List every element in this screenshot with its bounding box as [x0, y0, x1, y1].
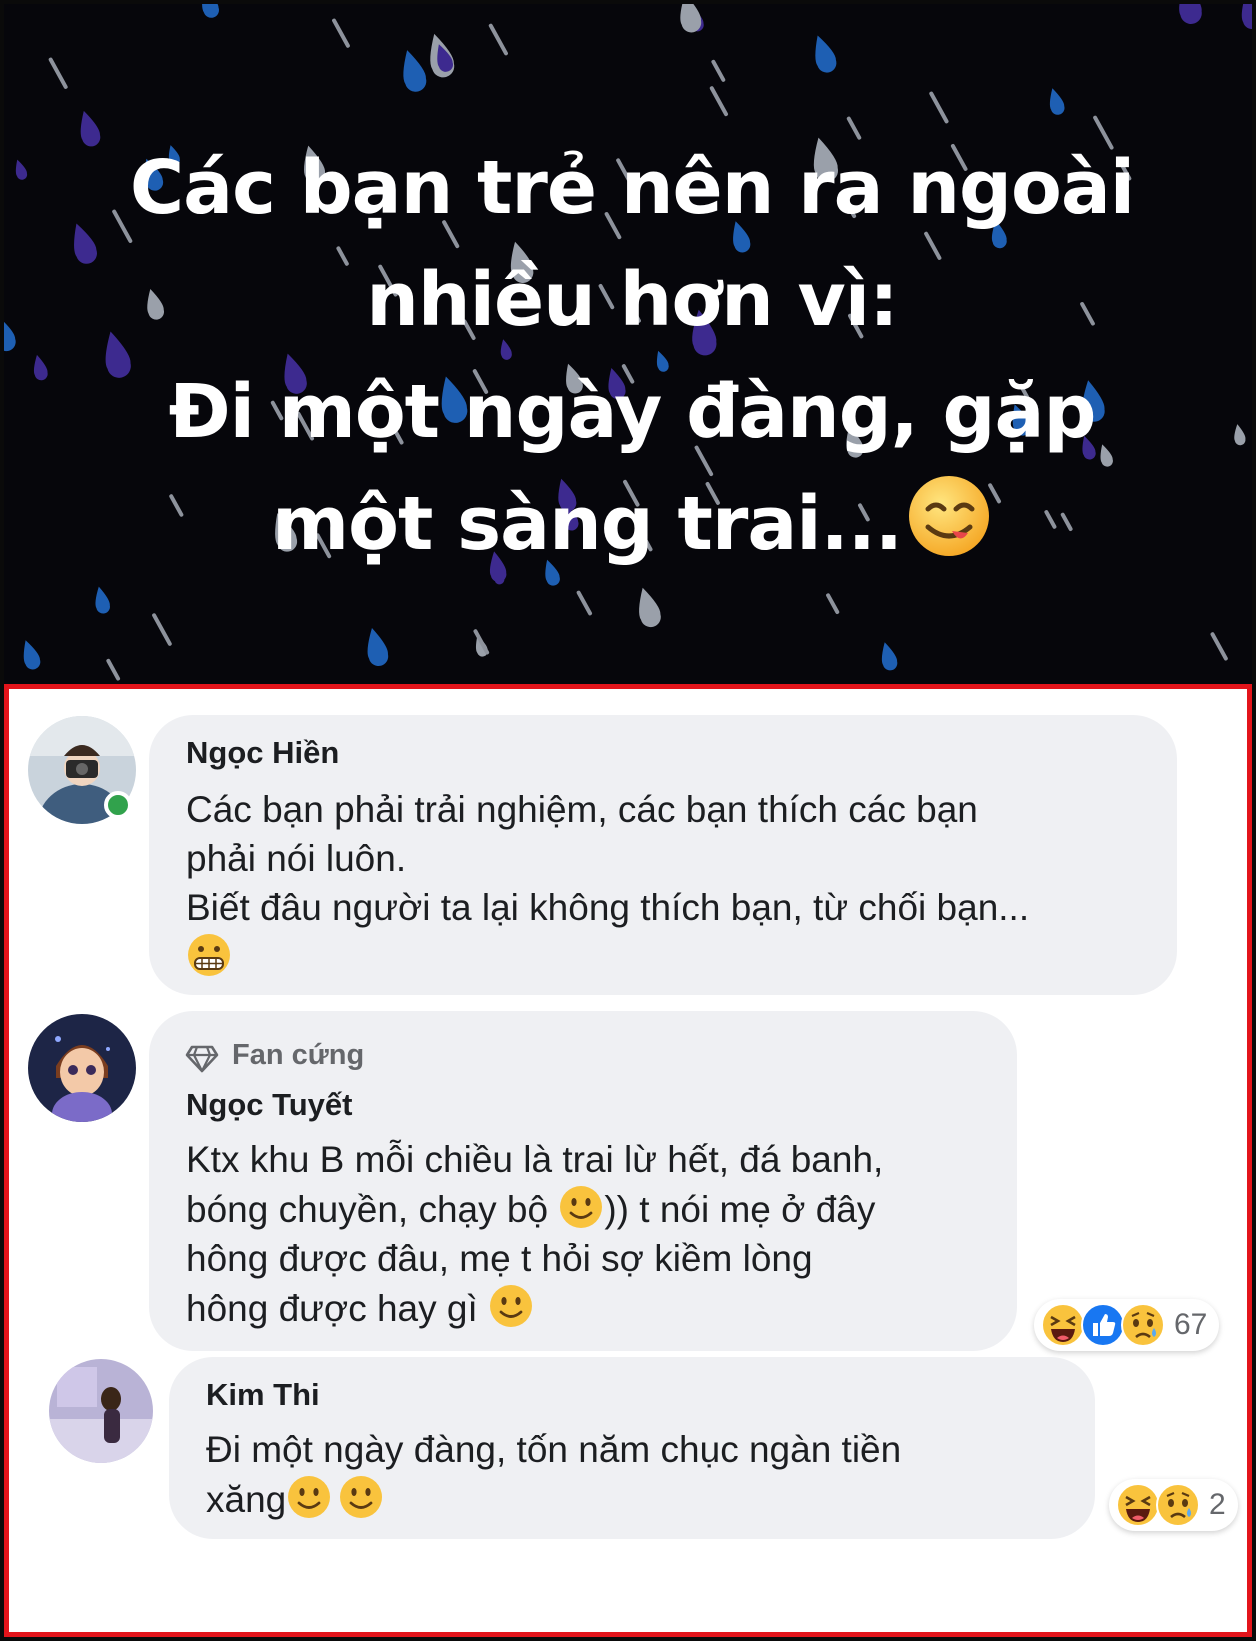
rain-streak [576, 590, 593, 616]
reaction-count: 67 [1174, 1308, 1208, 1341]
comments-panel: Ngọc Hiền Các bạn phải trải nghiệm, các … [4, 684, 1252, 1637]
post-line: Đi một ngày đàng, gặp [168, 369, 1097, 455]
sad-icon [1156, 1483, 1200, 1527]
rain-streak [711, 59, 726, 82]
post-line-last: một sàng trai... [4, 468, 1252, 580]
rain-streak [1210, 632, 1228, 661]
comment-bubble[interactable]: Fan cứng Ngọc Tuyết Ktx khu B mỗi chiều … [149, 1011, 1017, 1351]
rain-streak [48, 57, 68, 89]
avatar[interactable] [49, 1359, 153, 1463]
comment-author[interactable]: Ngọc Hiền [186, 735, 339, 771]
post-line: Các bạn trẻ nên ra ngoài [129, 145, 1135, 231]
avatar-photo [49, 1359, 153, 1463]
reaction-count: 2 [1209, 1488, 1226, 1521]
comment-line-part: bóng chuyền, chạy bộ [186, 1189, 549, 1230]
raindrop [23, 640, 41, 670]
comment-line-mixed: hông được hay gì [186, 1283, 883, 1333]
raindrop [639, 587, 661, 628]
raindrop [881, 642, 898, 671]
rain-streak [826, 593, 840, 615]
comment-line: Đi một ngày đàng, tốn năm chục ngàn tiền [206, 1429, 902, 1470]
raindrop [1241, 4, 1252, 29]
post-line-text: một sàng trai... [272, 481, 903, 567]
comment-text: Ktx khu B mỗi chiều là trai lừ hết, đá b… [186, 1135, 883, 1333]
face-savoring-food-icon [908, 476, 989, 556]
comment-emoji-line [186, 932, 1029, 982]
comment-line-mixed: bóng chuyền, chạy bộ )) t nói mẹ ở đây [186, 1184, 883, 1234]
post-text: Các bạn trẻ nên ra ngoài nhiều hơn vì: Đ… [4, 132, 1252, 580]
raindrop [1179, 4, 1202, 24]
comment-author[interactable]: Ngọc Tuyết [186, 1087, 353, 1123]
comment-line-part: )) t nói mẹ ở đây [604, 1189, 876, 1230]
avatar[interactable] [28, 1014, 136, 1122]
comment-line: Biết đâu người ta lại không thích bạn, t… [186, 887, 1030, 928]
rain-streak [929, 91, 949, 124]
raindrop [367, 627, 389, 667]
post-line: nhiều hơn vì: [366, 257, 899, 343]
raindrop [1049, 88, 1065, 115]
status-post: Các bạn trẻ nên ra ngoài nhiều hơn vì: Đ… [4, 4, 1252, 684]
comment-line-part: hông được hay gì [186, 1288, 478, 1329]
comment-author[interactable]: Kim Thi [206, 1377, 320, 1413]
avatar-photo [28, 1014, 136, 1122]
comment-line: Ktx khu B mỗi chiều là trai lừ hết, đá b… [186, 1139, 884, 1180]
rain-streak [488, 23, 508, 56]
slightly-smiling-face-icon [490, 1285, 533, 1327]
reaction-summary[interactable]: 2 [1109, 1479, 1238, 1531]
fan-badge: Fan cứng [232, 1039, 365, 1071]
comment-bubble[interactable]: Ngọc Hiền Các bạn phải trải nghiệm, các … [149, 715, 1177, 995]
comment-line: phải nói luôn. [186, 838, 407, 879]
comment-text: Đi một ngày đàng, tốn năm chục ngàn tiền… [206, 1425, 901, 1524]
raindrop [202, 4, 219, 18]
comment-line: hông được đâu, mẹ t hỏi sợ kiềm lòng [186, 1238, 813, 1279]
comment-line-part: xăng [206, 1479, 287, 1520]
slightly-smiling-face-icon [560, 1186, 603, 1228]
slightly-smiling-face-icon [288, 1476, 331, 1518]
slightly-smiling-face-icon [340, 1476, 383, 1518]
reaction-summary[interactable]: 67 [1034, 1299, 1220, 1351]
raindrop [403, 50, 427, 92]
rain-streak [106, 658, 121, 681]
raindrop [815, 35, 837, 73]
online-indicator [104, 791, 132, 819]
grimacing-face-icon [188, 934, 230, 976]
sad-icon [1121, 1303, 1165, 1347]
comment-bubble[interactable]: Kim Thi Đi một ngày đàng, tốn năm chục n… [169, 1357, 1095, 1539]
comment-line: Các bạn phải trải nghiệm, các bạn thích … [186, 789, 978, 830]
rain-streak [152, 613, 172, 646]
comment-text: Các bạn phải trải nghiệm, các bạn thích … [186, 785, 1029, 982]
rain-streak [709, 86, 729, 117]
raindrop [95, 586, 110, 614]
rain-streak [332, 18, 350, 48]
comment-line-mixed: xăng [206, 1474, 901, 1524]
diamond-icon [185, 1045, 219, 1073]
